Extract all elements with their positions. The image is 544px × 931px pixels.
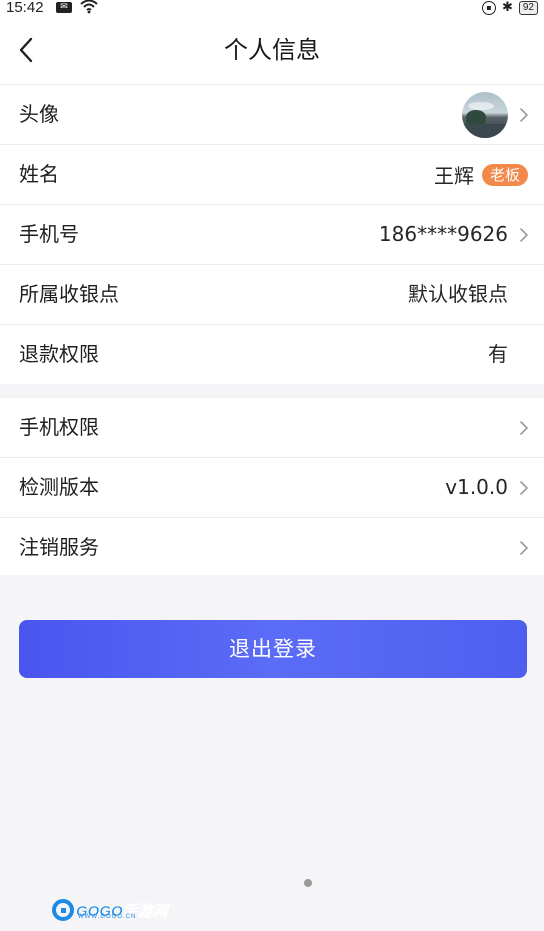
name-value-group: 王辉 老板: [434, 145, 528, 204]
page-title: 个人信息: [224, 36, 320, 64]
deregister-service-label: 注销服务: [19, 535, 99, 559]
role-badge: 老板: [481, 163, 528, 186]
nav-bar: 个人信息: [0, 16, 544, 84]
mail-notification-icon: ✉: [56, 2, 72, 13]
name-row: 姓名 王辉 老板: [0, 144, 544, 204]
chevron-right-icon: [520, 481, 529, 495]
refund-permission-value: 有: [488, 342, 508, 366]
name-value: 王辉: [433, 164, 474, 188]
settings-group: 手机权限 检测版本 v1.0.0 注销服务: [0, 397, 544, 575]
cashier-point-row: 所属收银点 默认收银点: [0, 264, 544, 324]
profile-info-group: 头像 姓名 王辉 老板 手机号 186****9626 所属收银点 默认收银点 …: [0, 84, 544, 384]
watermark-logo: GOGO手游网 WWW.GOGO.CN: [52, 897, 168, 923]
version-value: v1.0.0: [445, 475, 508, 499]
chevron-right-icon: [520, 228, 529, 242]
status-right-group: ▪ ✱ 92: [481, 0, 538, 16]
name-label: 姓名: [19, 162, 59, 186]
chevron-right-icon: [520, 108, 529, 122]
phone-permission-label: 手机权限: [19, 415, 99, 439]
check-version-row[interactable]: 检测版本 v1.0.0: [0, 457, 544, 517]
personal-info-screen: 15:42 ✉ ▪ ✱ 92 个人信息 头像 姓名 王辉 老板 手机号 186*…: [0, 0, 544, 931]
watermark-ring-icon: [52, 899, 74, 921]
back-button[interactable]: [12, 34, 40, 66]
deregister-service-row[interactable]: 注销服务: [0, 517, 544, 577]
chevron-right-icon: [520, 421, 529, 435]
phone-row[interactable]: 手机号 186****9626: [0, 204, 544, 264]
page-indicator-dot: [304, 879, 312, 887]
phone-label: 手机号: [19, 222, 79, 246]
phone-permission-row[interactable]: 手机权限: [0, 397, 544, 457]
logout-button[interactable]: 退出登录: [19, 620, 527, 678]
avatar-row[interactable]: 头像: [0, 84, 544, 144]
back-arrow-icon: [19, 37, 33, 63]
cashier-point-value: 默认收银点: [408, 282, 508, 306]
cashier-point-label: 所属收银点: [19, 282, 119, 306]
avatar-label: 头像: [19, 102, 59, 126]
status-time: 15:42: [6, 0, 44, 16]
battery-indicator: 92: [518, 1, 538, 15]
avatar[interactable]: [462, 92, 508, 138]
check-version-label: 检测版本: [19, 475, 99, 499]
status-bar: 15:42 ✉ ▪ ✱ 92: [0, 0, 544, 16]
refund-permission-label: 退款权限: [19, 342, 99, 366]
bluetooth-icon: ✱: [501, 0, 513, 15]
phone-value: 186****9626: [378, 222, 508, 246]
rotation-lock-icon: ▪: [481, 1, 496, 15]
watermark-subtext: WWW.GOGO.CN: [78, 914, 137, 920]
refund-permission-row: 退款权限 有: [0, 324, 544, 384]
chevron-right-icon: [520, 541, 529, 555]
